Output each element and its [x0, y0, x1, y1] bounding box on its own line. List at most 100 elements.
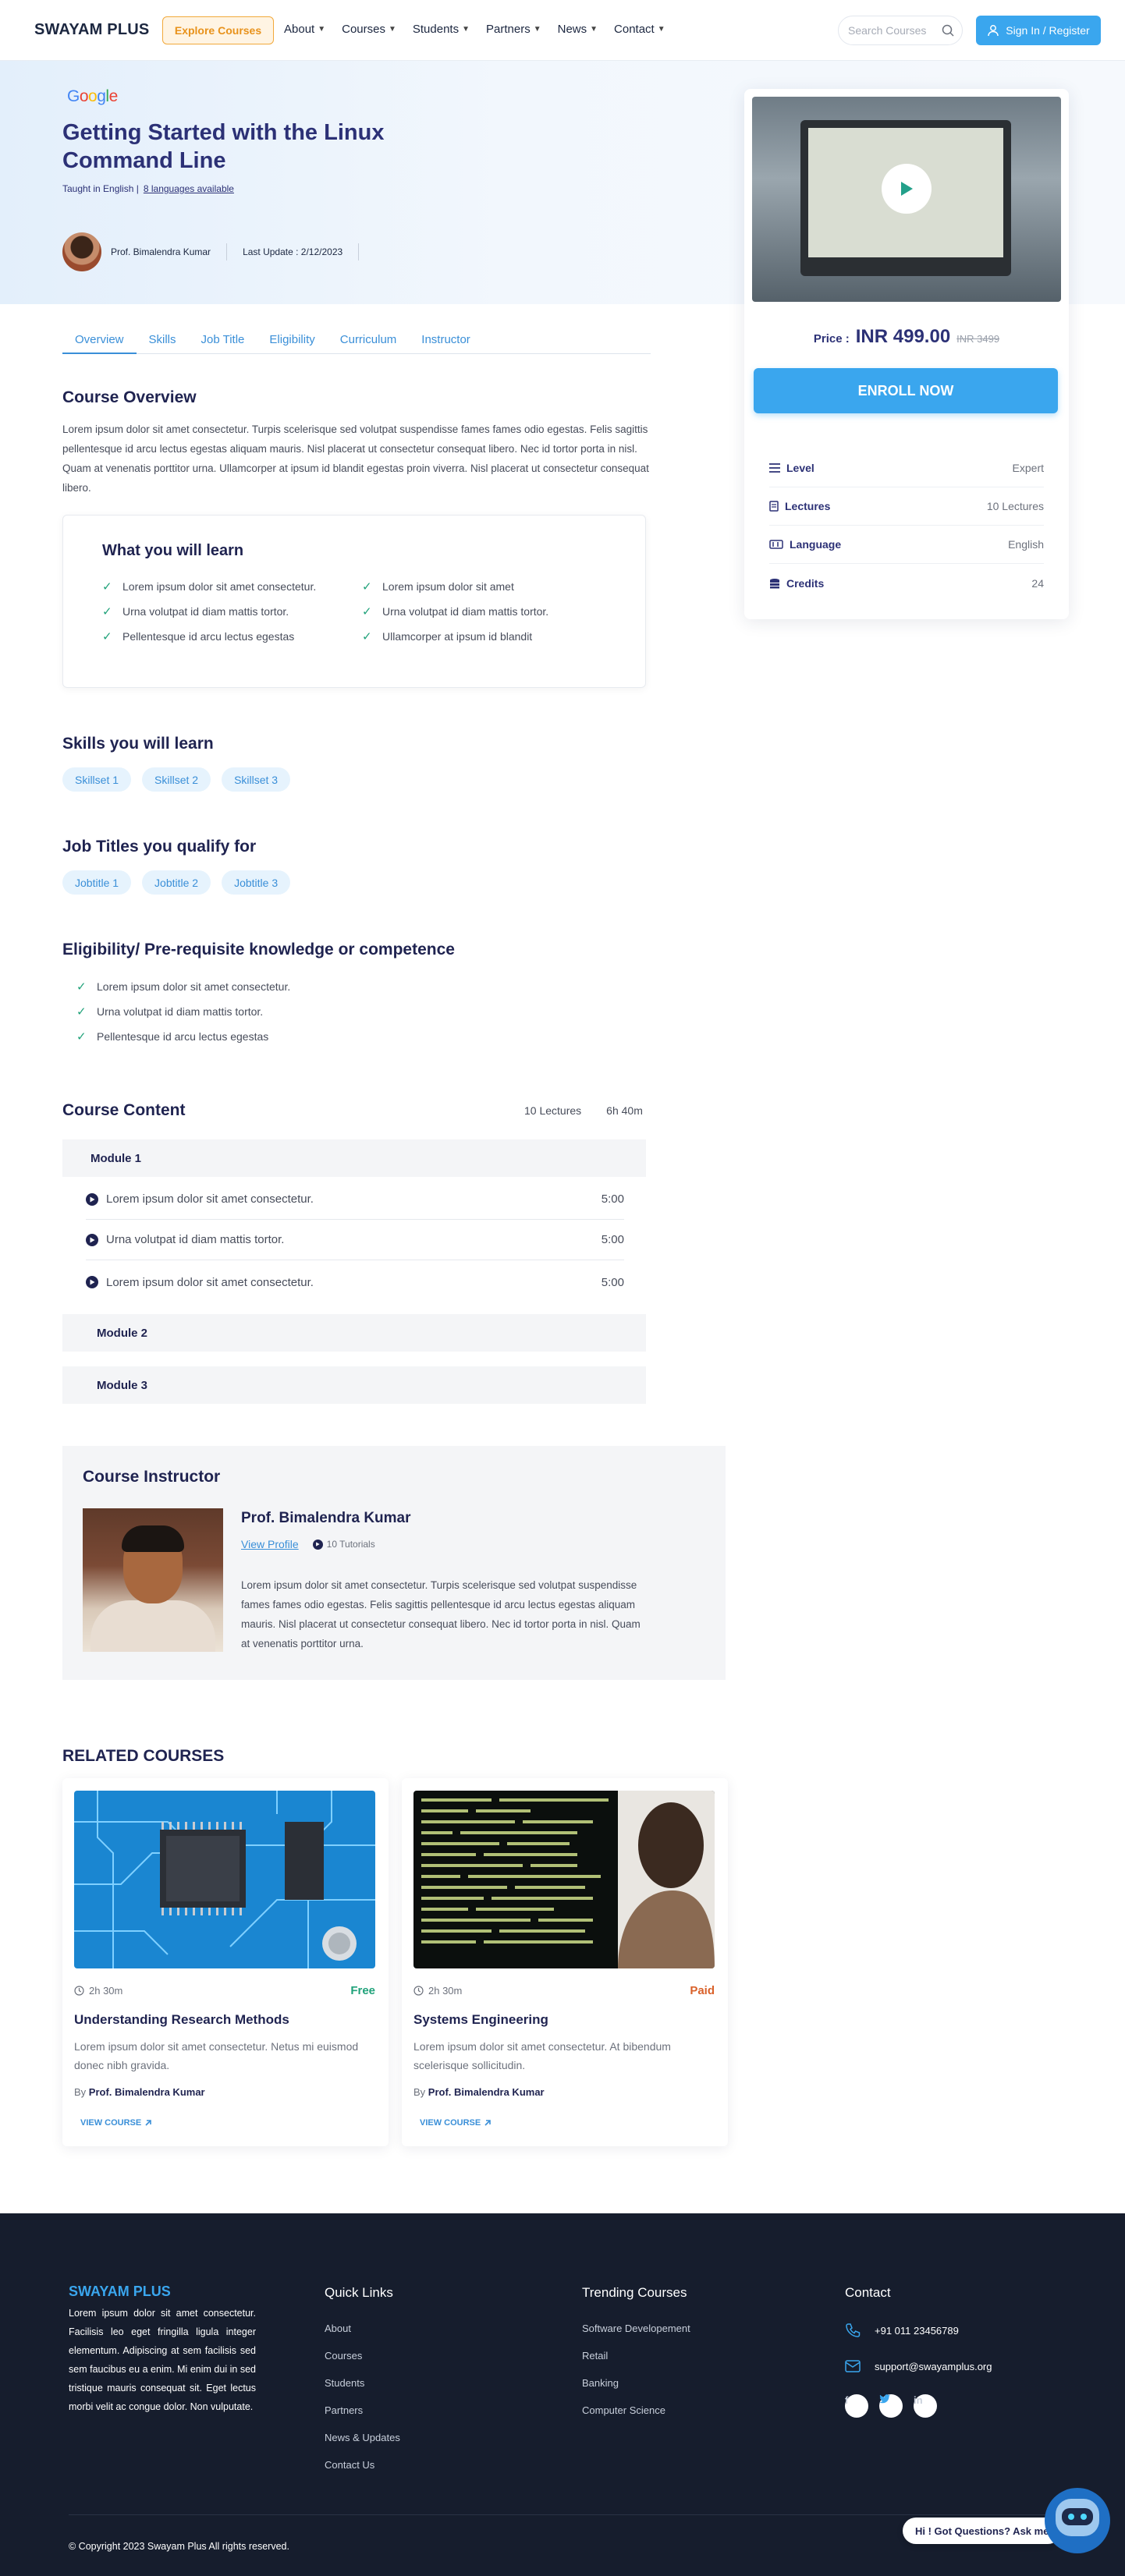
list-item-text: Urna volutpat id diam mattis tortor. [122, 605, 289, 618]
twitter-icon[interactable] [879, 2394, 903, 2418]
nav-partners[interactable]: Partners ▼ [486, 23, 541, 36]
chat-prompt[interactable]: Hi ! Got Questions? Ask me [903, 2518, 1062, 2544]
module-1-header[interactable]: Module 1 [62, 1139, 646, 1177]
explore-courses-button[interactable]: Explore Courses [162, 16, 274, 44]
sign-in-button[interactable]: Sign In / Register [976, 16, 1101, 45]
lesson-duration: 5:00 [601, 1233, 624, 1246]
course-preview-video[interactable] [752, 97, 1061, 302]
job-pill[interactable]: Jobtitle 2 [142, 870, 211, 895]
module-3-header[interactable]: Module 3 [62, 1366, 646, 1404]
footer-link-students[interactable]: Students [325, 2377, 400, 2389]
tab-overview[interactable]: Overview [62, 331, 137, 354]
content-meta: 10 Lectures 6h 40m [524, 1104, 643, 1117]
course-title[interactable]: Systems Engineering [413, 2012, 548, 2028]
search-box [838, 16, 963, 45]
tab-eligibility[interactable]: Eligibility [257, 331, 327, 354]
tutorial-count: 10 Tutorials [312, 1539, 375, 1550]
check-icon: ✓ [76, 1030, 87, 1044]
arrow-up-right-icon [144, 2119, 152, 2127]
contact-phone[interactable]: +91 011 23456789 [845, 2323, 992, 2338]
footer-logo[interactable]: SWAYAM PLUS [69, 2284, 171, 2300]
related-course-card[interactable]: 2h 30m Paid Systems Engineering Lorem ip… [402, 1778, 728, 2146]
skill-pill[interactable]: Skillset 3 [222, 767, 291, 792]
site-logo[interactable]: SWAYAM PLUS [34, 21, 149, 39]
nav-contact[interactable]: Contact ▼ [614, 23, 665, 36]
spec-value: English [1008, 538, 1044, 551]
chevron-down-icon: ▼ [590, 25, 598, 34]
learn-list: ✓ Lorem ipsum dolor sit amet consectetur.… [102, 579, 602, 643]
main-nav: About ▼ Courses ▼ Students ▼ Partners ▼ News… [284, 23, 665, 36]
search-input[interactable] [848, 24, 935, 37]
instructor-heading: Course Instructor [83, 1468, 221, 1486]
footer-link-courses[interactable]: Courses [325, 2350, 400, 2362]
course-thumbnail [74, 1791, 375, 1968]
linkedin-icon[interactable]: in [914, 2394, 937, 2418]
spec-key: Credits [786, 576, 825, 590]
course-title[interactable]: Understanding Research Methods [74, 2012, 289, 2028]
list-item-text: Lorem ipsum dolor sit amet [382, 580, 514, 593]
email-address: support@swayamplus.org [875, 2360, 992, 2372]
trending-link[interactable]: Software Developement [582, 2323, 690, 2334]
learn-heading: What you will learn [102, 542, 244, 559]
footer-link-about[interactable]: About [325, 2323, 400, 2334]
lesson-row[interactable]: Urna volutpat id diam mattis tortor. 5:0… [86, 1220, 624, 1260]
footer-link-contact[interactable]: Contact Us [325, 2459, 400, 2471]
trending-link[interactable]: Banking [582, 2377, 690, 2389]
enroll-now-button[interactable]: ENROLL NOW [754, 368, 1058, 413]
tab-curriculum[interactable]: Curriculum [328, 331, 410, 354]
list-item: ✓ Pellentesque id arcu lectus egestas [76, 1029, 290, 1044]
course-duration: 2h 30m [89, 1985, 123, 1997]
footer-link-partners[interactable]: Partners [325, 2404, 400, 2416]
language-info: Taught in English | 8 languages available [62, 183, 234, 194]
quick-links: Quick Links About Courses Students Partn… [325, 2285, 400, 2486]
tab-skills[interactable]: Skills [137, 331, 189, 354]
course-author: By Prof. Bimalendra Kumar [413, 2086, 545, 2098]
trending-link[interactable]: Retail [582, 2350, 690, 2362]
lecture-count: 10 Lectures [524, 1104, 582, 1117]
tab-job-title[interactable]: Job Title [189, 331, 257, 354]
level-icon [769, 463, 780, 473]
price-label: Price : [813, 332, 850, 345]
contact-email[interactable]: support@swayamplus.org [845, 2360, 992, 2372]
social-links: f in [845, 2394, 992, 2433]
skill-pill[interactable]: Skillset 1 [62, 767, 132, 792]
languages-link[interactable]: 8 languages available [144, 183, 234, 194]
lesson-row[interactable]: Lorem ipsum dolor sit amet consectetur. … [86, 1262, 624, 1302]
nav-students[interactable]: Students ▼ [413, 23, 470, 36]
contact-heading: Contact [845, 2285, 891, 2300]
list-item-text: Urna volutpat id diam mattis tortor. [382, 605, 549, 618]
nav-courses[interactable]: Courses ▼ [342, 23, 396, 36]
taught-in-label: Taught in English | [62, 183, 139, 194]
search-icon[interactable] [942, 24, 954, 37]
nav-news[interactable]: News ▼ [558, 23, 598, 36]
provider-logo: Google [67, 87, 118, 105]
nav-about[interactable]: About ▼ [284, 23, 325, 36]
related-course-card[interactable]: 2h 30m Free Understanding Research Metho… [62, 1778, 389, 2146]
instructor-name[interactable]: Prof. Bimalendra Kumar [111, 246, 211, 257]
spec-credits: Credits 24 [769, 564, 1044, 602]
trending-link[interactable]: Computer Science [582, 2404, 690, 2416]
view-course-button[interactable]: VIEW COURSE [413, 2114, 498, 2132]
play-icon[interactable] [882, 164, 932, 214]
list-item-text: Pellentesque id arcu lectus egestas [97, 1030, 269, 1043]
chevron-down-icon: ▼ [533, 25, 541, 34]
skill-pill[interactable]: Skillset 2 [142, 767, 211, 792]
view-course-button[interactable]: VIEW COURSE [74, 2114, 158, 2132]
course-meta: 2h 30m Free [74, 1984, 375, 1997]
facebook-icon[interactable]: f [845, 2394, 868, 2418]
list-item-text: Lorem ipsum dolor sit amet consectetur. [122, 580, 317, 593]
view-profile-link[interactable]: View Profile [241, 1538, 299, 1550]
tab-instructor[interactable]: Instructor [409, 331, 483, 354]
lesson-row[interactable]: Lorem ipsum dolor sit amet consectetur. … [86, 1179, 624, 1220]
price-amount: INR 499.00 [855, 326, 951, 347]
play-icon [312, 1539, 323, 1550]
coins-icon [769, 578, 780, 589]
job-pill[interactable]: Jobtitle 1 [62, 870, 132, 895]
module-2-header[interactable]: Module 2 [62, 1314, 646, 1352]
footer-link-news[interactable]: News & Updates [325, 2432, 400, 2443]
spec-key: Level [786, 462, 814, 474]
enroll-card: Price : INR 499.00 INR 3499 ENROLL NOW Lev… [744, 89, 1069, 619]
price-old: INR 3499 [956, 333, 1000, 345]
job-pill[interactable]: Jobtitle 3 [222, 870, 291, 895]
chatbot-avatar-icon[interactable] [1045, 2488, 1110, 2553]
